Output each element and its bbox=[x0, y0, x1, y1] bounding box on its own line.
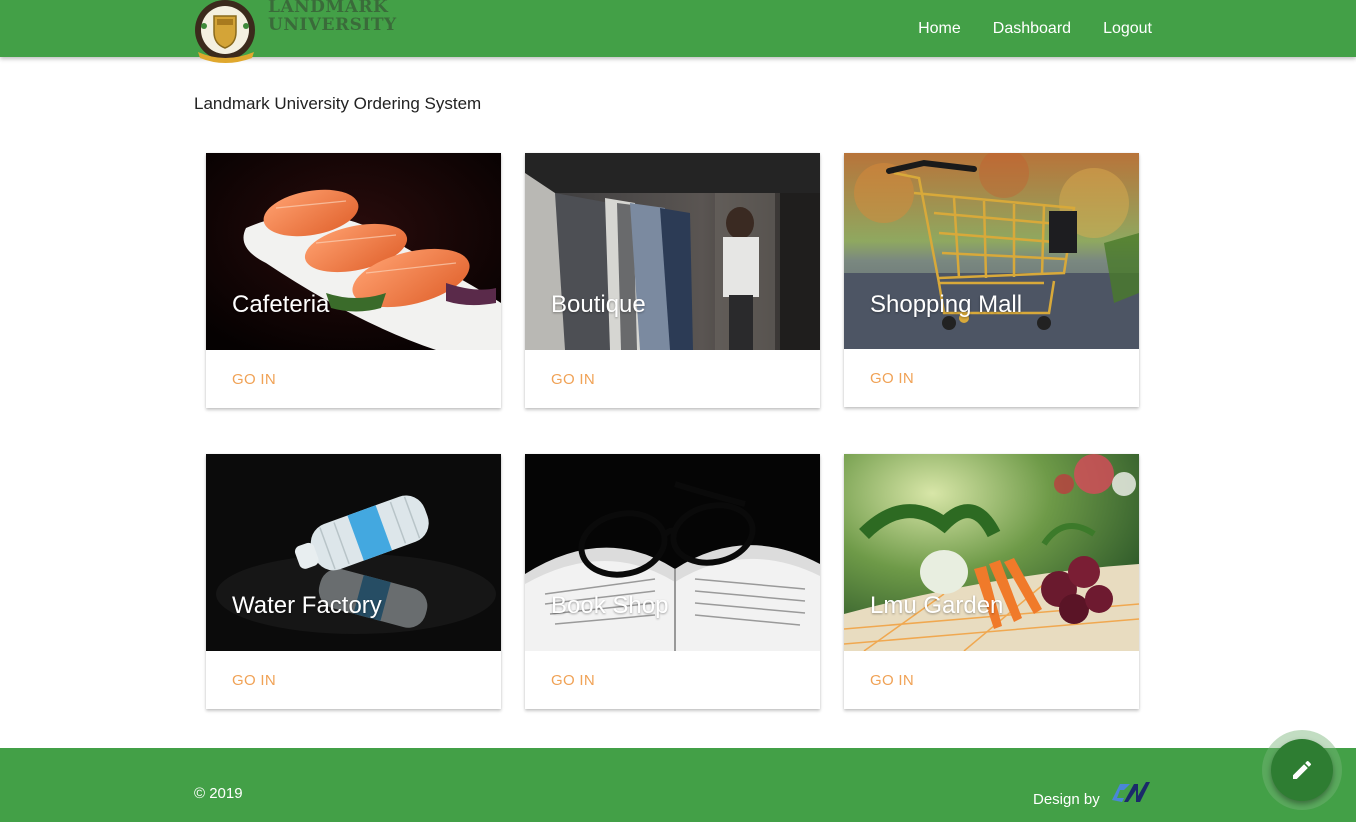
brand-text: LANDMARK UNIVERSITY bbox=[268, 0, 397, 34]
card-boutique: Boutique GO IN bbox=[525, 153, 820, 408]
card-title: Water Factory bbox=[232, 592, 382, 619]
book-glasses-image bbox=[525, 454, 820, 651]
brand-line-2: UNIVERSITY bbox=[268, 15, 397, 35]
go-in-link[interactable]: GO IN bbox=[232, 672, 276, 689]
vegetable-basket-image bbox=[844, 454, 1139, 651]
nav-links: Home Dashboard Logout bbox=[918, 0, 1152, 57]
copyright-text: © 2019 bbox=[194, 785, 243, 802]
footer: © 2019 Design by bbox=[0, 748, 1356, 822]
design-by-text: Design by bbox=[1033, 791, 1100, 808]
go-in-link[interactable]: GO IN bbox=[551, 672, 595, 689]
card-water-factory: Water Factory GO IN bbox=[206, 454, 501, 709]
card-shopping-mall: Shopping Mall GO IN bbox=[844, 153, 1139, 407]
page-title: Landmark University Ordering System bbox=[194, 94, 482, 113]
go-in-link[interactable]: GO IN bbox=[870, 370, 914, 387]
crest-icon bbox=[195, 0, 255, 63]
card-image-boutique bbox=[525, 153, 820, 350]
card-cafeteria: Cafeteria GO IN bbox=[206, 153, 501, 408]
card-image-water-factory bbox=[206, 454, 501, 651]
university-logo[interactable]: LANDMARK UNIVERSITY bbox=[192, 0, 396, 64]
go-in-link[interactable]: GO IN bbox=[551, 371, 595, 388]
shopping-cart-image bbox=[844, 153, 1139, 349]
designer-logo-icon[interactable] bbox=[1108, 778, 1152, 806]
nav-logout-link[interactable]: Logout bbox=[1103, 20, 1152, 38]
card-image-cafeteria bbox=[206, 153, 501, 350]
salmon-plate-image bbox=[206, 153, 501, 350]
card-image-book-shop bbox=[525, 454, 820, 651]
water-bottle-image bbox=[206, 454, 501, 651]
card-title: Cafeteria bbox=[232, 291, 330, 318]
nav-home-link[interactable]: Home bbox=[918, 20, 961, 38]
card-image-shopping-mall bbox=[844, 153, 1139, 349]
go-in-link[interactable]: GO IN bbox=[870, 672, 914, 689]
clothes-rack-image bbox=[525, 153, 820, 350]
card-title: Lmu Garden bbox=[870, 592, 1004, 619]
card-book-shop: Book Shop GO IN bbox=[525, 454, 820, 709]
go-in-link[interactable]: GO IN bbox=[232, 371, 276, 388]
pencil-icon bbox=[1293, 760, 1312, 779]
top-navbar: LANDMARK UNIVERSITY Home Dashboard Logou… bbox=[0, 0, 1356, 63]
nav-dashboard-link[interactable]: Dashboard bbox=[993, 20, 1071, 38]
card-title: Book Shop bbox=[551, 592, 669, 619]
edit-fab-button[interactable] bbox=[1271, 739, 1333, 801]
card-title: Shopping Mall bbox=[870, 291, 1023, 318]
brand-line-1: LANDMARK bbox=[268, 0, 389, 17]
card-title: Boutique bbox=[551, 291, 646, 318]
card-lmu-garden: Lmu Garden GO IN bbox=[844, 454, 1139, 709]
card-image-lmu-garden bbox=[844, 454, 1139, 651]
